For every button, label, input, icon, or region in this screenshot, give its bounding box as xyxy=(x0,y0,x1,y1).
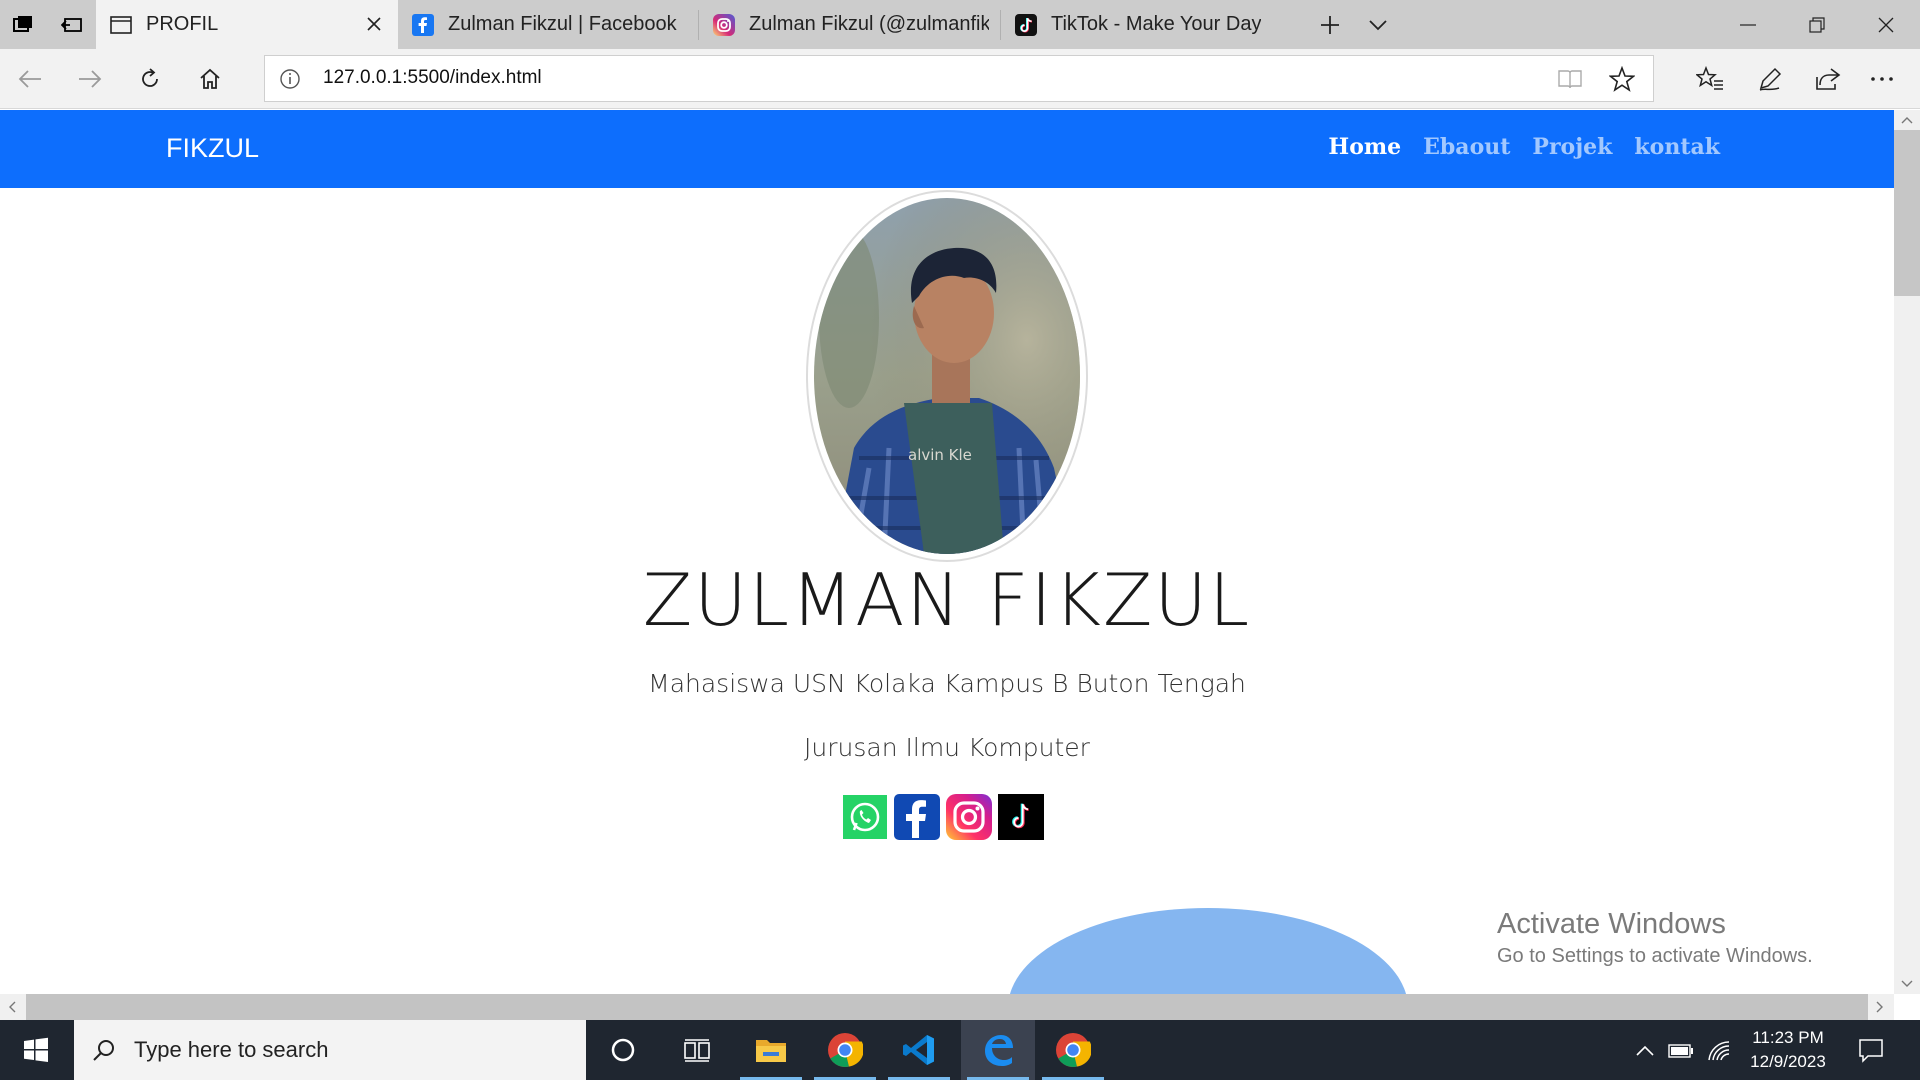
window-close-icon[interactable] xyxy=(1851,0,1920,49)
windows-taskbar: Type here to search 11:23 PM 12/9/2023 xyxy=(0,1020,1920,1080)
set-aside-tabs-icon[interactable] xyxy=(48,0,96,49)
taskbar-clock[interactable]: 11:23 PM 12/9/2023 xyxy=(1734,1026,1842,1074)
new-tab-icon[interactable] xyxy=(1306,0,1354,49)
search-placeholder: Type here to search xyxy=(134,1037,329,1062)
chevron-down-icon[interactable] xyxy=(1354,0,1402,49)
watermark-title: Activate Windows xyxy=(1497,908,1726,940)
facebook-icon xyxy=(412,13,434,36)
instagram-icon[interactable] xyxy=(946,794,992,840)
minimize-icon[interactable] xyxy=(1713,0,1782,49)
shirt-text: alvin Kle xyxy=(908,446,972,464)
reading-view-icon[interactable] xyxy=(1557,68,1583,94)
edge-icon[interactable] xyxy=(961,1020,1035,1080)
activate-windows-watermark: Activate Windows Go to Settings to activ… xyxy=(1497,908,1813,968)
profile-name: ZULMAN FIKZUL xyxy=(642,558,1252,642)
clock-date: 12/9/2023 xyxy=(1750,1052,1826,1071)
url-text: 127.0.0.1:5500/index.html xyxy=(323,67,542,88)
whatsapp-icon[interactable] xyxy=(842,794,888,840)
clock-time: 11:23 PM xyxy=(1752,1028,1824,1047)
nav-home[interactable]: Home xyxy=(1328,134,1401,160)
tiktok-icon xyxy=(1015,13,1037,36)
scroll-left-icon[interactable] xyxy=(8,1001,16,1013)
restore-icon[interactable] xyxy=(1782,0,1851,49)
scroll-down-icon[interactable] xyxy=(1901,980,1913,988)
favorites-icon[interactable] xyxy=(1688,57,1732,101)
nav-about[interactable]: Ebaout xyxy=(1423,134,1510,160)
tab-label: Zulman Fikzul | Facebook xyxy=(448,13,677,35)
close-icon[interactable] xyxy=(362,12,386,36)
tab-profil[interactable]: PROFIL xyxy=(96,0,398,49)
pen-icon[interactable] xyxy=(1748,57,1792,101)
horizontal-scroll-thumb[interactable] xyxy=(26,994,1868,1020)
browser-tab-bar: PROFIL Zulman Fikzul | Facebook Zulman F… xyxy=(0,0,1920,49)
vscode-icon[interactable] xyxy=(882,1020,956,1080)
battery-icon[interactable] xyxy=(1668,1038,1694,1064)
more-icon[interactable] xyxy=(1860,57,1904,101)
profile-major: Jurusan Ilmu Komputer xyxy=(804,733,1090,762)
vertical-scroll-thumb[interactable] xyxy=(1894,130,1920,296)
task-view-icon[interactable] xyxy=(660,1020,734,1080)
nav-projects[interactable]: Projek xyxy=(1532,134,1612,160)
profile-photo-frame: alvin Kle xyxy=(806,190,1088,562)
forward-icon[interactable] xyxy=(68,57,112,101)
browser-toolbar: 127.0.0.1:5500/index.html xyxy=(0,49,1920,109)
facebook-icon[interactable] xyxy=(894,794,940,840)
nav-contact[interactable]: kontak xyxy=(1634,134,1720,160)
taskbar-search[interactable]: Type here to search xyxy=(74,1020,586,1080)
chrome-icon[interactable] xyxy=(1036,1020,1110,1080)
tab-label: TikTok - Make Your Day xyxy=(1051,13,1262,35)
windows-start-icon[interactable] xyxy=(0,1020,72,1080)
page-viewport: FIKZUL Home Ebaout Projek kontak alvin K… xyxy=(0,110,1894,994)
cortana-icon[interactable] xyxy=(586,1020,660,1080)
search-icon xyxy=(93,1040,114,1061)
profile-photo: alvin Kle xyxy=(814,198,1080,554)
notification-icon[interactable] xyxy=(1858,1037,1884,1063)
refresh-icon[interactable] xyxy=(128,57,172,101)
profile-subtitle: Mahasiswa USN Kolaka Kampus B Buton Teng… xyxy=(648,669,1246,698)
tab-label: PROFIL xyxy=(146,13,219,35)
site-navbar: FIKZUL Home Ebaout Projek kontak xyxy=(0,110,1894,188)
tab-tiktok[interactable]: TikTok - Make Your Day xyxy=(1001,0,1301,49)
address-bar[interactable]: 127.0.0.1:5500/index.html xyxy=(264,55,1654,102)
site-brand[interactable]: FIKZUL xyxy=(166,133,259,164)
social-links xyxy=(842,794,1044,840)
wifi-icon[interactable] xyxy=(1706,1038,1732,1064)
site-menu: Home Ebaout Projek kontak xyxy=(1328,134,1720,160)
back-icon[interactable] xyxy=(8,57,52,101)
tab-list-icon[interactable] xyxy=(0,0,48,49)
tiktok-icon[interactable] xyxy=(998,794,1044,840)
watermark-subtitle: Go to Settings to activate Windows. xyxy=(1497,945,1813,967)
home-icon[interactable] xyxy=(188,57,232,101)
page-icon xyxy=(110,14,132,36)
star-icon[interactable] xyxy=(1608,65,1636,96)
share-icon[interactable] xyxy=(1806,57,1850,101)
tab-facebook[interactable]: Zulman Fikzul | Facebook xyxy=(398,0,698,49)
scroll-up-icon[interactable] xyxy=(1901,116,1913,124)
chevron-up-icon[interactable] xyxy=(1632,1038,1658,1064)
scroll-right-icon[interactable] xyxy=(1876,1001,1884,1013)
instagram-icon xyxy=(713,13,735,36)
chrome-icon[interactable] xyxy=(808,1020,882,1080)
info-icon[interactable] xyxy=(279,68,301,94)
file-explorer-icon[interactable] xyxy=(734,1020,808,1080)
tab-label: Zulman Fikzul (@zulmanfikzul) xyxy=(749,13,989,35)
tab-instagram[interactable]: Zulman Fikzul (@zulmanfikzul) xyxy=(699,0,999,49)
decorative-wave xyxy=(1008,908,1408,994)
